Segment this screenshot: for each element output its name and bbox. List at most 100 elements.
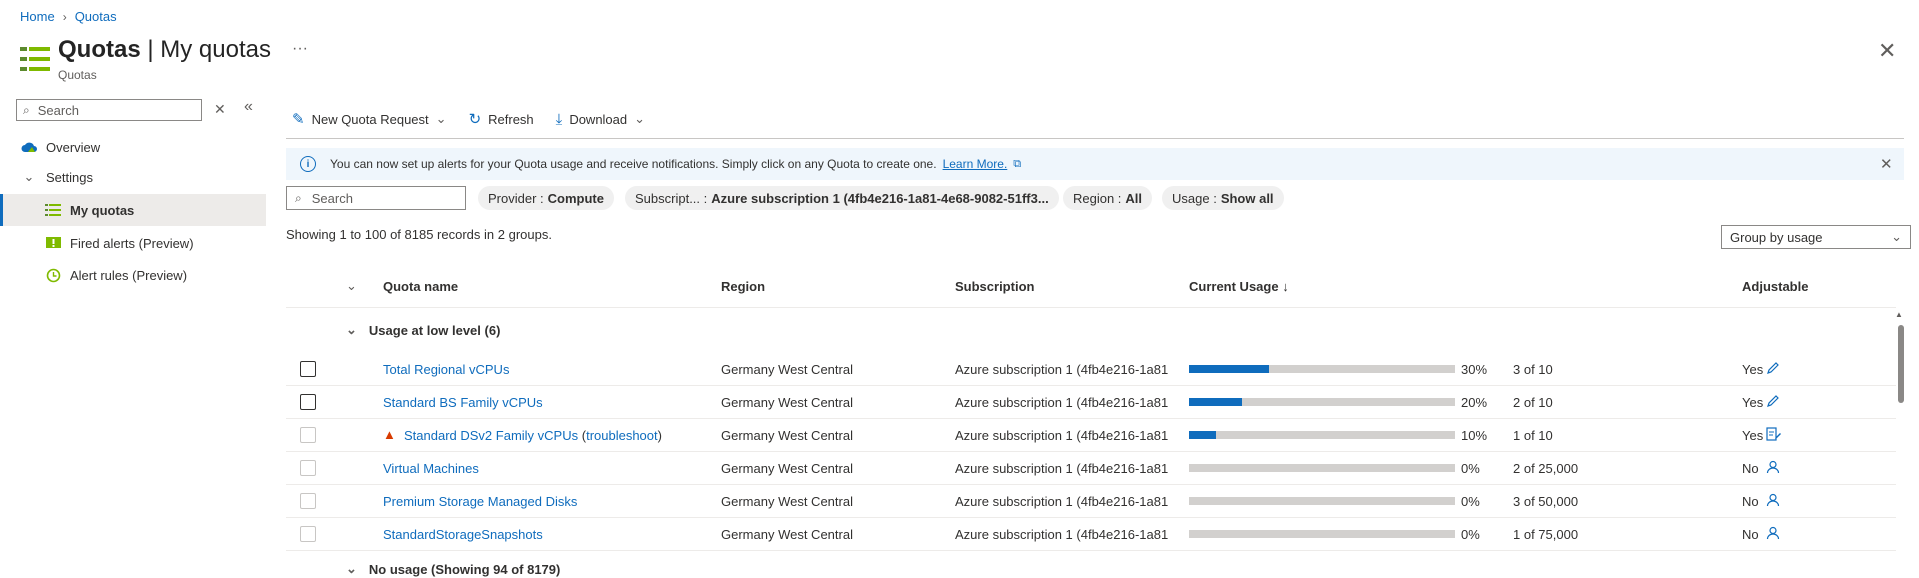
- nav-item-settings[interactable]: ⌄ Settings: [0, 161, 266, 193]
- quotas-list-icon: [44, 201, 62, 219]
- column-header-region[interactable]: Region: [721, 279, 765, 294]
- table-row[interactable]: Total Regional vCPUs Germany West Centra…: [286, 353, 1896, 386]
- group-header-no-usage[interactable]: ⌄ No usage (Showing 94 of 8179): [346, 561, 560, 577]
- breadcrumb-quotas-link[interactable]: Quotas: [75, 9, 117, 24]
- nav-search-box[interactable]: ⌕: [16, 99, 202, 121]
- quota-name-link[interactable]: Standard BS Family vCPUs: [383, 395, 543, 410]
- download-button[interactable]: ⤓ Download ⌄: [556, 111, 645, 128]
- adjustable-value: No: [1742, 461, 1759, 476]
- column-header-adjustable[interactable]: Adjustable: [1742, 279, 1808, 294]
- breadcrumb-home-link[interactable]: Home: [20, 9, 55, 24]
- nav-item-overview[interactable]: Overview: [0, 131, 266, 163]
- chevron-down-icon: ⌄: [1891, 229, 1902, 244]
- troubleshoot-link[interactable]: troubleshoot: [586, 428, 658, 443]
- usage-progress-bar: [1189, 398, 1455, 406]
- region-cell: Germany West Central: [721, 494, 853, 509]
- usage-count: 1 of 75,000: [1513, 527, 1579, 542]
- usage-count: 3 of 50,000: [1513, 494, 1579, 509]
- nav-item-label: My quotas: [70, 202, 135, 218]
- subscription-cell: Azure subscription 1 (4fb4e216-1a81: [955, 527, 1169, 542]
- column-header-quota-name[interactable]: Quota name: [383, 279, 458, 294]
- toolbar-divider: [286, 138, 1904, 139]
- provider-filter-pill[interactable]: Provider : Compute: [478, 186, 614, 210]
- chevron-down-icon: ⌄: [346, 561, 357, 576]
- chevron-down-icon: ⌄: [634, 111, 646, 126]
- info-icon: i: [300, 156, 316, 172]
- usage-percent: 0%: [1461, 461, 1480, 476]
- quota-name-link[interactable]: Virtual Machines: [383, 461, 479, 476]
- usage-percent: 10%: [1461, 428, 1488, 443]
- scrollbar-thumb[interactable]: [1898, 325, 1904, 403]
- row-checkbox[interactable]: [300, 361, 316, 377]
- region-cell: Germany West Central: [721, 428, 853, 443]
- more-options-button[interactable]: ···: [292, 40, 308, 58]
- table-row[interactable]: Virtual Machines Germany West Central Az…: [286, 452, 1896, 485]
- usage-progress-bar: [1189, 431, 1455, 439]
- dismiss-banner-icon[interactable]: ✕: [1880, 155, 1893, 173]
- pencil-icon: ✎: [292, 111, 305, 128]
- group-by-dropdown[interactable]: Group by usage ⌄: [1721, 225, 1911, 249]
- row-checkbox[interactable]: [300, 493, 316, 509]
- quota-name-link[interactable]: Standard DSv2 Family vCPUs: [404, 428, 578, 443]
- table-row[interactable]: ▲ Standard DSv2 Family vCPUs (troublesho…: [286, 419, 1896, 452]
- external-link-icon[interactable]: ⧉: [1013, 158, 1021, 171]
- column-header-current-usage[interactable]: Current Usage ↓: [1189, 279, 1289, 294]
- collapse-all-groups-icon[interactable]: ⌄: [346, 278, 357, 294]
- quota-name-link[interactable]: Total Regional vCPUs: [383, 362, 509, 377]
- adjustable-value: No: [1742, 527, 1759, 542]
- nav-item-my-quotas[interactable]: My quotas: [0, 194, 266, 226]
- quota-name-link[interactable]: Premium Storage Managed Disks: [383, 494, 577, 509]
- quota-name-link[interactable]: StandardStorageSnapshots: [383, 527, 543, 542]
- usage-count: 2 of 10: [1513, 395, 1553, 410]
- clock-alert-icon: [44, 266, 62, 284]
- person-icon[interactable]: [1766, 526, 1780, 543]
- document-edit-icon[interactable]: [1766, 427, 1781, 444]
- usage-filter-pill[interactable]: Usage : Show all: [1162, 186, 1284, 210]
- subscription-filter-pill[interactable]: Subscript... : Azure subscription 1 (4fb4…: [625, 186, 1059, 210]
- breadcrumb: Home › Quotas: [20, 9, 117, 24]
- usage-progress-bar: [1189, 530, 1455, 538]
- region-cell: Germany West Central: [721, 461, 853, 476]
- refresh-button[interactable]: ↻ Refresh: [469, 110, 534, 128]
- nav-search-input[interactable]: [35, 101, 190, 119]
- grid-search-box[interactable]: ⌕: [286, 186, 466, 210]
- page-title: Quotas | My quotas: [58, 36, 271, 63]
- nav-item-alert-rules[interactable]: Alert rules (Preview): [0, 259, 266, 291]
- collapse-nav-icon[interactable]: «: [244, 98, 253, 116]
- usage-progress-fill: [1189, 431, 1216, 439]
- usage-count: 2 of 25,000: [1513, 461, 1579, 476]
- table-row[interactable]: Standard BS Family vCPUs Germany West Ce…: [286, 386, 1896, 419]
- region-cell: Germany West Central: [721, 527, 853, 542]
- close-icon[interactable]: ✕: [1878, 38, 1896, 64]
- usage-progress-bar: [1189, 497, 1455, 505]
- row-checkbox[interactable]: [300, 394, 316, 410]
- usage-progress-fill: [1189, 398, 1243, 406]
- learn-more-link[interactable]: Learn More.: [943, 157, 1008, 171]
- usage-percent: 0%: [1461, 527, 1480, 542]
- nav-item-fired-alerts[interactable]: Fired alerts (Preview): [0, 227, 266, 259]
- region-cell: Germany West Central: [721, 395, 853, 410]
- subscription-cell: Azure subscription 1 (4fb4e216-1a81: [955, 395, 1169, 410]
- person-icon[interactable]: [1766, 460, 1780, 477]
- row-checkbox[interactable]: [300, 460, 316, 476]
- usage-progress-bar: [1189, 464, 1455, 472]
- pencil-icon[interactable]: [1766, 361, 1780, 378]
- group-header-low-usage[interactable]: ⌄ Usage at low level (6): [346, 322, 500, 338]
- table-row[interactable]: Premium Storage Managed Disks Germany We…: [286, 485, 1896, 518]
- subscription-cell: Azure subscription 1 (4fb4e216-1a81: [955, 461, 1169, 476]
- region-filter-pill[interactable]: Region : All: [1063, 186, 1153, 210]
- scroll-up-arrow[interactable]: ▲: [1895, 310, 1903, 319]
- usage-progress-fill: [1189, 365, 1269, 373]
- chevron-down-icon: ⌄: [23, 169, 35, 184]
- row-checkbox[interactable]: [300, 526, 316, 542]
- table-row[interactable]: StandardStorageSnapshots Germany West Ce…: [286, 518, 1896, 551]
- person-icon[interactable]: [1766, 493, 1780, 510]
- row-checkbox[interactable]: [300, 427, 316, 443]
- grid-search-input[interactable]: [309, 189, 454, 207]
- usage-count: 3 of 10: [1513, 362, 1553, 377]
- new-quota-request-button[interactable]: ✎ New Quota Request ⌄: [292, 110, 447, 128]
- clear-icon[interactable]: ✕: [214, 101, 226, 118]
- column-header-subscription[interactable]: Subscription: [955, 279, 1034, 294]
- pencil-icon[interactable]: [1766, 394, 1780, 411]
- records-count: Showing 1 to 100 of 8185 records in 2 gr…: [286, 227, 552, 242]
